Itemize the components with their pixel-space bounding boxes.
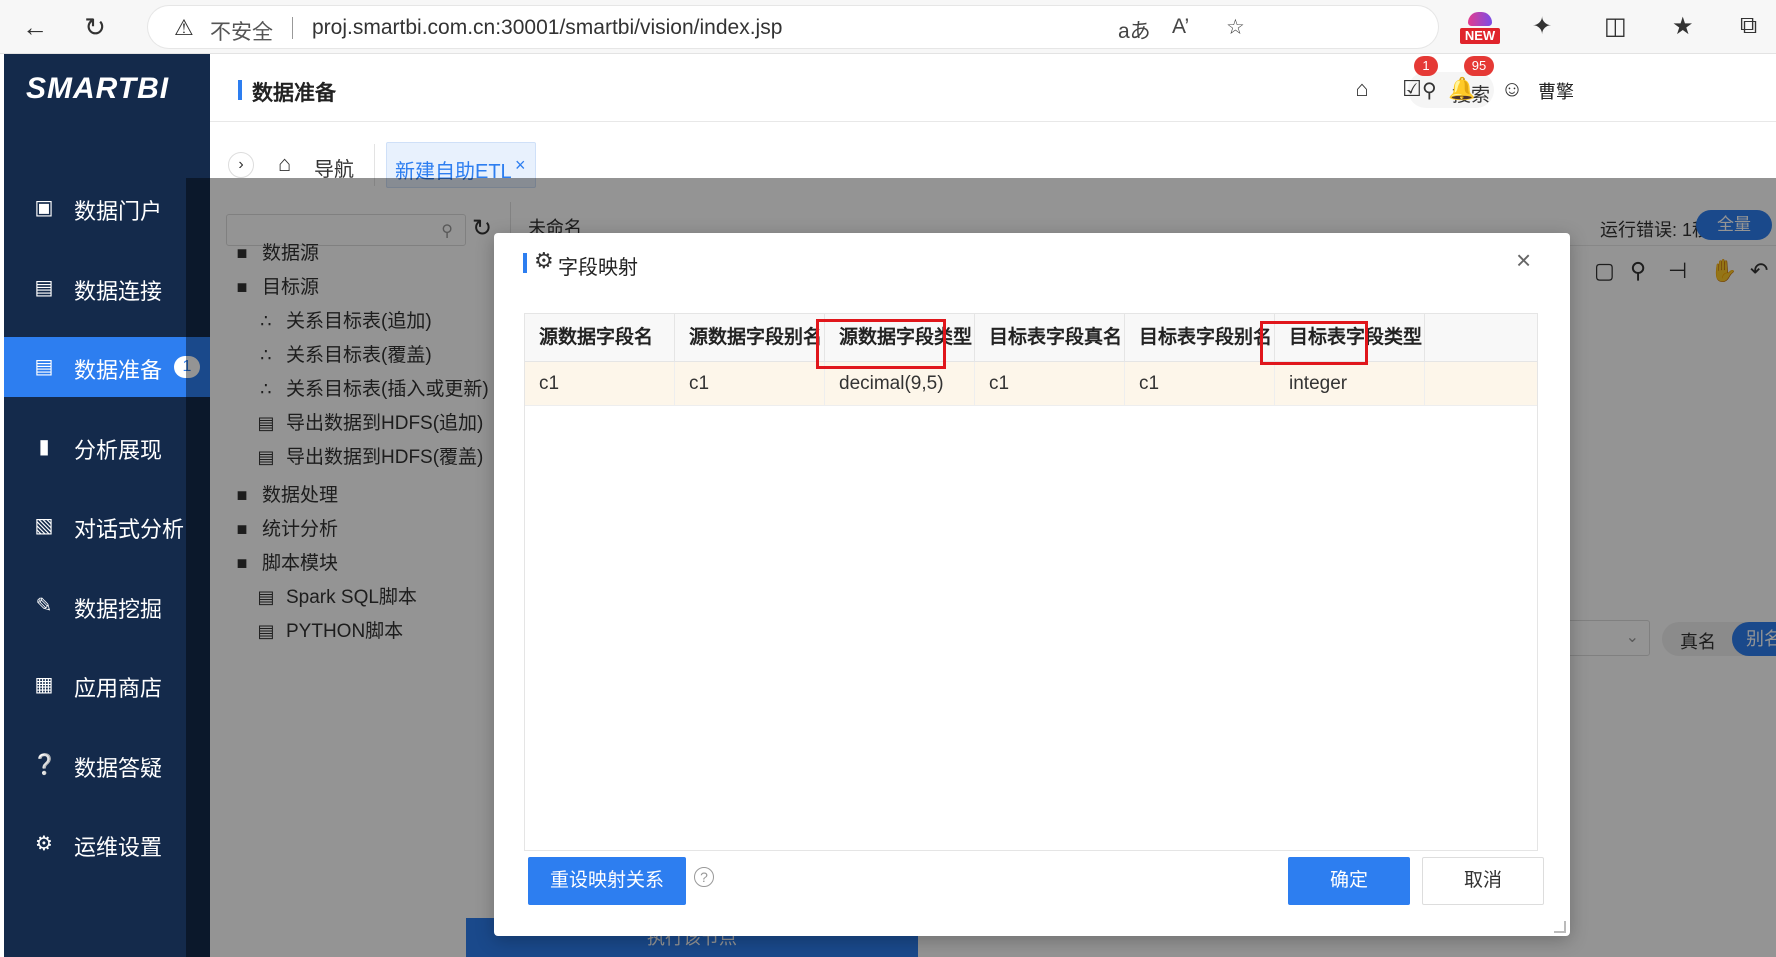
notice-badge: 95: [1464, 56, 1494, 76]
sidebar-item-label: 数据准备: [74, 358, 163, 383]
user-icon[interactable]: ☺: [1498, 76, 1526, 104]
gear-icon: ⚙: [35, 833, 53, 855]
resize-handle[interactable]: [1554, 921, 1566, 933]
sidebar-item-label: 数据门户: [74, 199, 163, 224]
chevron-right-icon[interactable]: ›: [228, 152, 254, 178]
column-header: 源数据字段别名: [675, 314, 825, 362]
table-cell: c1: [675, 362, 825, 406]
favorites-icon[interactable]: ★: [1672, 12, 1694, 41]
sidebar-item-label: 数据答疑: [74, 756, 163, 781]
sidebar-item-mining[interactable]: ✎ 数据挖掘: [4, 576, 210, 636]
table-cell[interactable]: integer: [1275, 362, 1425, 406]
table-cell: c1: [975, 362, 1125, 406]
close-icon[interactable]: ×: [1516, 245, 1531, 276]
chat-icon: ▧: [34, 515, 54, 537]
field-mapping-dialog: ⚙ 字段映射 × 源数据字段名 源数据字段别名 源数据字段类型 目标表字段真名 …: [494, 233, 1570, 936]
table-row[interactable]: c1 c1 decimal(9,5) c1 c1 integer: [525, 362, 1537, 406]
mapping-table: 源数据字段名 源数据字段别名 源数据字段类型 目标表字段真名 目标表字段别名 目…: [524, 313, 1538, 851]
reload-icon[interactable]: ↻: [78, 10, 112, 44]
title-accent-bar: [523, 253, 527, 273]
confirm-button[interactable]: 确定: [1288, 857, 1410, 905]
help-icon[interactable]: ?: [694, 867, 714, 887]
bell-icon[interactable]: 🔔: [1448, 76, 1476, 104]
close-icon[interactable]: ×: [515, 155, 526, 176]
app-sidebar: SMARTBI ▣ 数据门户 ▤ 数据连接 ▤ 数据准备 1 ▮ 分析展现 ▧ …: [4, 54, 210, 957]
dialog-title: 字段映射: [558, 257, 638, 279]
sidebar-item-qa[interactable]: ❔ 数据答疑: [4, 735, 210, 795]
home-icon[interactable]: ⌂: [1348, 76, 1376, 104]
apps-icon: ▦: [34, 674, 54, 696]
sidebar-item-label: 数据挖掘: [74, 597, 163, 622]
sidebar-item-connection[interactable]: ▤ 数据连接: [4, 258, 210, 318]
sidebar-item-label: 数据连接: [74, 279, 163, 304]
column-header: 源数据字段名: [525, 314, 675, 362]
warning-icon: ⚠: [174, 15, 194, 40]
user-name[interactable]: 曹擎: [1538, 78, 1574, 104]
extension-new-icon[interactable]: NEW: [1460, 12, 1500, 46]
gear-icon: ⚙: [534, 248, 554, 273]
table-cell: c1: [525, 362, 675, 406]
sidebar-item-chat[interactable]: ▧ 对话式分析: [4, 496, 210, 556]
task-badge: 1: [1414, 56, 1438, 76]
help-icon: ❔: [32, 754, 57, 776]
sidebar-item-prep[interactable]: ▤ 数据准备 1: [4, 337, 210, 397]
pen-icon: ✎: [35, 595, 53, 617]
task-icon[interactable]: ☑: [1398, 76, 1426, 104]
column-header: 目标表字段真名: [975, 314, 1125, 362]
cancel-button[interactable]: 取消: [1422, 857, 1544, 905]
reset-mapping-button[interactable]: 重设映射关系: [528, 857, 686, 905]
url-text[interactable]: proj.smartbi.com.cn:30001/smartbi/vision…: [312, 16, 782, 40]
sidebar-item-label: 对话式分析: [74, 517, 185, 542]
sidebar-item-label: 分析展现: [74, 438, 163, 463]
sidebar-item-portal[interactable]: ▣ 数据门户: [4, 178, 210, 238]
translate-icon[interactable]: aあ: [1118, 15, 1151, 45]
table-header: 源数据字段名 源数据字段别名 源数据字段类型 目标表字段真名 目标表字段别名 目…: [525, 314, 1537, 362]
sidebar-item-ops[interactable]: ⚙ 运维设置: [4, 814, 210, 874]
bar-chart-icon: ▮: [38, 436, 50, 458]
back-arrow-icon[interactable]: ←: [18, 10, 52, 44]
database-icon: ▤: [34, 277, 54, 299]
highlight-target-type: [1260, 321, 1368, 365]
portal-icon: ▣: [34, 197, 54, 219]
new-badge-label: NEW: [1460, 28, 1500, 44]
sidebar-item-analysis[interactable]: ▮ 分析展现: [4, 417, 210, 477]
insecure-label: 不安全: [210, 21, 273, 44]
collections-icon[interactable]: ⧉: [1740, 12, 1757, 40]
sidebar-item-label: 应用商店: [74, 676, 163, 701]
browser-toolbar: ← ↻ ⚠ 不安全 proj.smartbi.com.cn:30001/smar…: [0, 0, 1776, 54]
title-accent-bar: [238, 80, 242, 100]
nav-home-icon[interactable]: ⌂: [278, 151, 291, 177]
app-header: 数据准备 ⚲ 搜索 ⌂ ☑ 1 🔔 95 ☺ 曹擎: [210, 54, 1776, 122]
split-screen-icon[interactable]: ◫: [1604, 12, 1627, 41]
page-title: 数据准备: [252, 82, 336, 105]
extension-logo: [1468, 12, 1492, 26]
sidebar-item-store[interactable]: ▦ 应用商店: [4, 655, 210, 715]
favorite-star-icon[interactable]: ☆: [1226, 15, 1245, 40]
column-header: 目标表字段别名: [1125, 314, 1275, 362]
address-bar[interactable]: ⚠ 不安全 proj.smartbi.com.cn:30001/smartbi/…: [148, 6, 1438, 48]
sidebar-item-label: 运维设置: [74, 835, 163, 860]
read-aloud-icon[interactable]: A’: [1172, 15, 1189, 39]
smartbi-logo: SMARTBI: [26, 72, 170, 105]
table-cell: c1: [1125, 362, 1275, 406]
prep-icon: ▤: [34, 356, 54, 378]
extensions-puzzle-icon[interactable]: ✦: [1532, 12, 1552, 41]
address-separator: [292, 17, 293, 39]
highlight-source-type: [816, 319, 946, 369]
